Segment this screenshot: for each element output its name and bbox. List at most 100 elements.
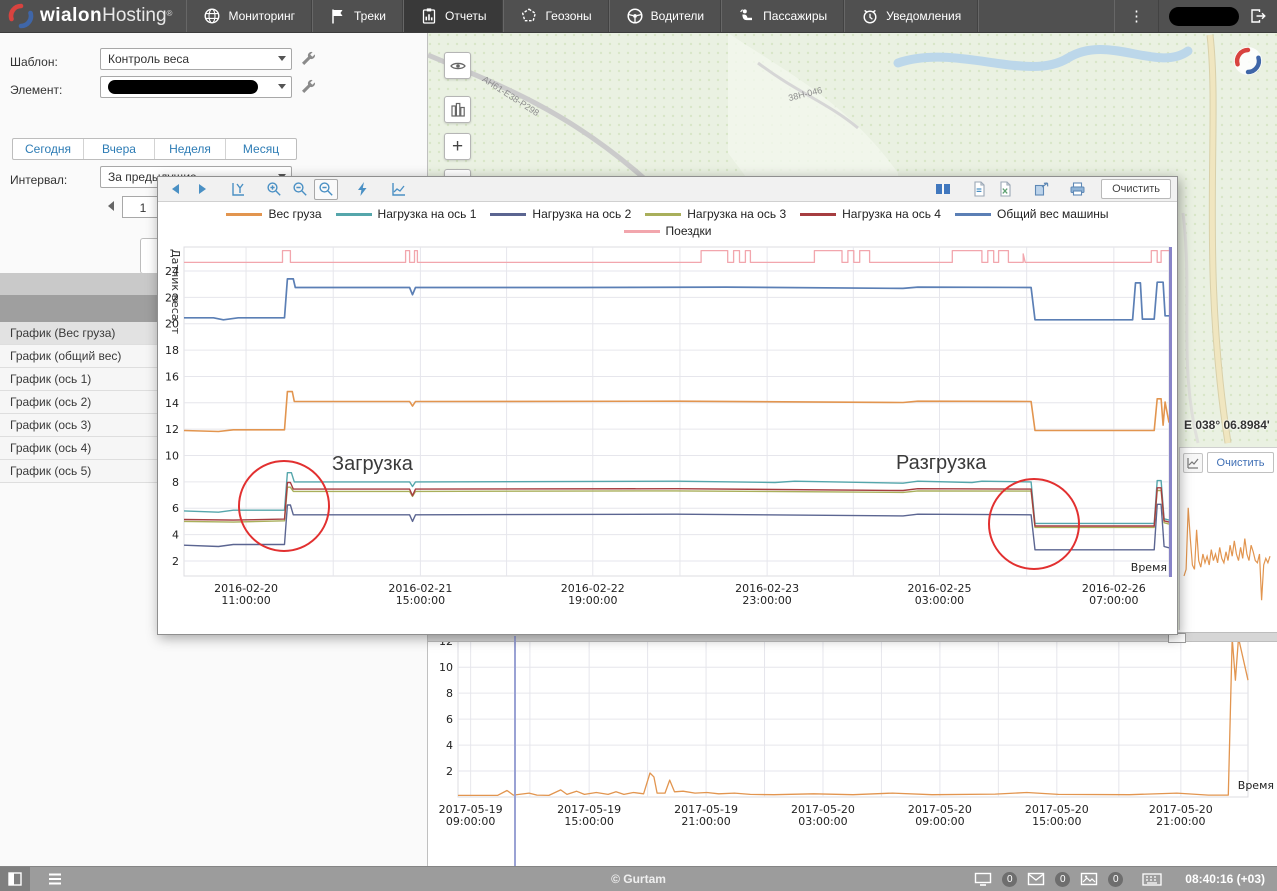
driver-icon [626,7,644,25]
nav-item-monitoring[interactable]: Мониторинг [186,0,312,32]
zoom-in-icon [266,181,282,197]
chevron-down-icon [278,56,286,61]
brand-reg: ® [167,9,173,18]
lightning-icon [355,181,369,197]
logout-button[interactable] [1247,0,1277,32]
legend-label: Вес груза [268,207,321,221]
panel-toggle-icon [7,871,23,887]
list-icon [47,872,63,886]
map-layers-button[interactable] [444,96,471,123]
annotation-loading: Загрузка [332,453,413,476]
annotation-unloading: Разгрузка [896,452,986,475]
logout-icon [1249,7,1267,25]
chart-prev-button[interactable] [164,179,188,200]
chart-next-button[interactable] [190,179,214,200]
svg-text:2017-05-2015:00:00: 2017-05-2015:00:00 [1025,803,1089,828]
nav-item-reports[interactable]: Отчеты [403,0,503,32]
zoom-selection-button[interactable] [314,179,338,200]
svg-text:16: 16 [165,370,179,383]
template-wrench-icon[interactable] [298,49,316,67]
svg-text:2017-05-2003:00:00: 2017-05-2003:00:00 [791,803,855,828]
svg-text:8: 8 [446,687,453,700]
mini-clear-button[interactable]: Очистить [1207,452,1274,473]
range-week-button[interactable]: Неделя [155,139,226,159]
legend-swatch [955,213,991,216]
range-today-button[interactable]: Сегодня [13,139,84,159]
legend-item-axle3[interactable]: Нагрузка на ось 3 [645,207,786,221]
legend-item-axle4[interactable]: Нагрузка на ось 4 [800,207,941,221]
svg-text:2: 2 [446,765,453,778]
element-value-redacted [108,80,258,94]
chart-right-cursor-line [1169,247,1172,577]
nav-spacer [978,0,1114,32]
legend-item-axle1[interactable]: Нагрузка на ось 1 [336,207,477,221]
legend-item-total[interactable]: Общий вес машины [955,207,1109,221]
zoom-in-button[interactable] [262,179,286,200]
media-button[interactable] [1076,867,1102,891]
nav-item-passengers[interactable]: Пассажиры [721,0,844,32]
mini-chart-panel: Очистить [1179,447,1277,630]
legend-swatch [336,213,372,216]
brand-logo[interactable]: wialonHosting® [0,0,186,32]
bottom-list-button[interactable] [42,867,68,891]
legend-item-trips[interactable]: Поездки [624,224,712,238]
svg-text:Время: Время [1238,779,1274,792]
map-eye-button[interactable] [444,52,471,79]
map-zoom-in-button[interactable]: + [444,133,471,160]
collapse-panel-button[interactable] [0,867,30,891]
zoom-out-button[interactable] [288,179,312,200]
chart-clear-button[interactable]: Очистить [1101,179,1171,199]
mini-sparkline-svg [1180,477,1276,627]
nav-item-notifications[interactable]: Уведомления [844,0,978,32]
copy-chart-button[interactable] [1029,179,1053,200]
clock: 08:40:16 (+03) [1185,872,1265,886]
element-wrench-icon[interactable] [298,77,316,95]
range-yesterday-button[interactable]: Вчера [84,139,155,159]
buildings-icon [449,101,467,119]
legend-swatch [624,230,660,233]
more-menu-button[interactable]: ⋮ [1114,0,1159,32]
status-bar: © Gurtam 0 0 [0,866,1277,891]
nav-item-tracks[interactable]: Треки [312,0,403,32]
report-pages-button[interactable] [931,179,955,200]
nav-label: Водители [651,9,704,23]
template-label: Шаблон: [10,55,58,69]
legend-label: Поездки [666,224,712,238]
nav-item-drivers[interactable]: Водители [609,0,721,32]
template-select[interactable]: Контроль веса [100,48,292,70]
refresh-chart-button[interactable] [350,179,374,200]
print-chart-button[interactable] [1065,179,1089,200]
legend-label: Нагрузка на ось 1 [378,207,477,221]
legend-item-axle2[interactable]: Нагрузка на ось 2 [490,207,631,221]
element-select[interactable] [100,76,292,98]
svg-text:4: 4 [172,529,179,542]
count-decrement-button[interactable] [108,201,114,211]
keyboard-icon [1142,873,1162,886]
nav-label: Уведомления [886,9,961,23]
zoom-out-icon [292,181,308,197]
export-excel-button[interactable] [993,179,1017,200]
interval-label: Интервал: [10,173,67,187]
template-select-value: Контроль веса [108,52,189,66]
svg-text:6: 6 [172,502,179,515]
user-name-redacted[interactable] [1169,7,1239,26]
svg-text:2017-05-2009:00:00: 2017-05-2009:00:00 [908,803,972,828]
range-month-button[interactable]: Месяц [226,139,296,159]
copy-icon [1033,181,1049,197]
svg-text:2017-05-1915:00:00: 2017-05-1915:00:00 [557,803,621,828]
svg-text:8: 8 [172,476,179,489]
nav-label: Отчеты [445,9,486,23]
svg-text:2017-05-2021:00:00: 2017-05-2021:00:00 [1149,803,1213,828]
legend-swatch [226,213,262,216]
mail-button[interactable] [1023,867,1049,891]
svg-text:10: 10 [165,450,179,463]
fit-y-axis-button[interactable] [226,179,250,200]
mini-chart-settings-button[interactable] [1183,453,1203,473]
legend-item-cargo[interactable]: Вес груза [226,207,321,221]
export-pdf-button[interactable] [967,179,991,200]
chart-axes-button[interactable] [386,179,410,200]
nav-item-geofences[interactable]: Геозоны [503,0,608,32]
keyboard-button[interactable] [1139,867,1165,891]
main-chart-svg: 246810121416182022242016-02-2011:00:0020… [158,245,1179,636]
messages-button[interactable] [970,867,996,891]
